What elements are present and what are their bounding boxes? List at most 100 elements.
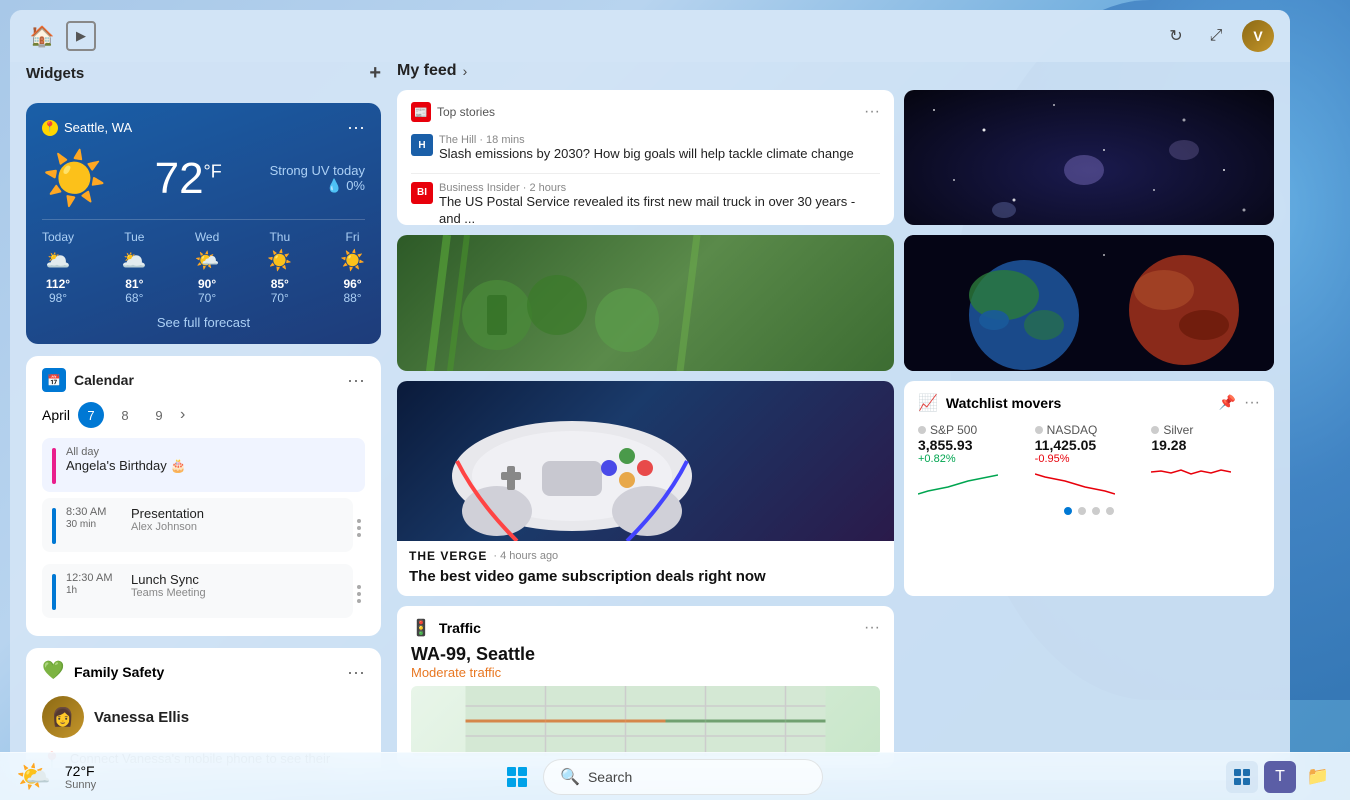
header-actions: ↻ ⤢ V [1162, 20, 1274, 52]
watchlist-pagination [918, 507, 1260, 515]
family-person-name: Vanessa Ellis [94, 709, 189, 726]
event-title-lunch: Lunch Sync [131, 572, 206, 587]
traffic-title: Traffic [439, 620, 856, 636]
traffic-card: 🚦 Traffic ··· WA-99, Seattle Moderate tr… [397, 606, 894, 768]
calendar-event-presentation[interactable]: 8:30 AM30 min Presentation Alex Johnson [42, 498, 353, 552]
weather-precip: 💧 0% [270, 178, 365, 194]
weather-conditions: Strong UV today 💧 0% [270, 163, 365, 194]
refresh-button[interactable]: ↻ [1162, 22, 1190, 50]
weather-forecast: Today 🌥️ 112° 98° Tue 🌥️ 81° 68° Wed 🌤️ [42, 219, 365, 305]
silver-dot [1151, 426, 1159, 434]
event-options-lunch[interactable] [353, 564, 365, 624]
taskbar-search-bar[interactable]: 🔍 Search [543, 759, 823, 795]
taskbar-left: 🌤️ 72°F Sunny [16, 760, 96, 793]
sp500-chart [918, 469, 1027, 499]
weather-more-button[interactable]: ··· [347, 117, 365, 138]
game-deals-meta: THE VERGE · 4 hours ago The best video g… [397, 541, 894, 597]
silver-chart [1151, 457, 1260, 487]
watchlist-card: 📈 Watchlist movers 📌 ··· S&P 500 3,85 [904, 381, 1274, 597]
cardiologists-card[interactable]: delish · 21m ago Cardiologists Say These… [397, 235, 894, 370]
see-full-forecast-button[interactable]: See full forecast [42, 315, 365, 330]
left-column: Widgets + 📍 Seattle, WA ··· ☀️ 72°F [26, 62, 381, 768]
windows-start-button[interactable] [499, 759, 535, 795]
windows-logo [507, 767, 527, 787]
event-sub-presentation: Alex Johnson [131, 521, 204, 533]
media-icon[interactable]: ▶ [66, 21, 96, 51]
calendar-more-button[interactable]: ··· [347, 370, 365, 391]
family-safety-icon: 💚 [42, 660, 66, 684]
teams-icon: T [1275, 768, 1285, 786]
sp500-dot [918, 426, 926, 434]
calendar-day-9[interactable]: 9 [146, 402, 172, 428]
game-deals-card[interactable]: THE VERGE · 4 hours ago The best video g… [397, 381, 894, 597]
weather-main: ☀️ 72°F Strong UV today 💧 0% [42, 148, 365, 209]
watchlist-title: Watchlist movers [946, 395, 1211, 411]
event-title-presentation: Presentation [131, 506, 204, 521]
event-bar-birthday [52, 448, 56, 484]
the-hill-logo: H [411, 134, 433, 156]
top-stories-text: 📰 Top stories ··· H The Hill · 18 mins S… [397, 90, 894, 225]
weather-location-text: Seattle, WA [64, 120, 132, 135]
event-options-presentation[interactable] [353, 498, 365, 558]
calendar-title: Calendar [74, 372, 347, 388]
weather-icon: ☀️ [42, 148, 107, 209]
nasdaq-dot [1035, 426, 1043, 434]
alien-worlds-card[interactable]: CNET · 3m ago Scientists Identify Two Al… [904, 235, 1274, 370]
article-the-hill[interactable]: H The Hill · 18 mins Slash emissions by … [411, 130, 880, 167]
taskbar-center: 🔍 Search [96, 759, 1226, 795]
event-title-birthday: Angela's Birthday 🎂 [66, 458, 187, 474]
alien-worlds-image [904, 235, 1274, 370]
expand-button[interactable]: ⤢ [1202, 22, 1230, 50]
watchlist-pin-button[interactable]: 📌 [1219, 394, 1236, 411]
james-webb-card[interactable]: CNET · 3m ago In Astonishing James Webb … [904, 90, 1274, 225]
taskbar-weather: 72°F Sunny [65, 763, 96, 791]
top-stories-card[interactable]: 📰 Top stories ··· H The Hill · 18 mins S… [397, 90, 894, 225]
taskbar-weather-icon: 🌤️ [16, 760, 51, 793]
event-time-birthday: All day [66, 446, 187, 458]
feed-title: My feed [397, 62, 457, 80]
calendar-chevron[interactable]: › [180, 406, 185, 424]
weather-uv: Strong UV today [270, 163, 365, 178]
event-time-presentation: 8:30 AM30 min [66, 506, 121, 530]
article-bi-body: Business Insider · 2 hours The US Postal… [439, 182, 880, 225]
calendar-day-8[interactable]: 8 [112, 402, 138, 428]
top-stories-more[interactable]: ··· [864, 103, 880, 121]
traffic-more-button[interactable]: ··· [864, 619, 880, 637]
user-avatar[interactable]: V [1242, 20, 1274, 52]
taskbar-right: T 📁 [1226, 761, 1334, 793]
panel-header: 🏠 ▶ ↻ ⤢ V [10, 10, 1290, 62]
feed-grid: 📰 Top stories ··· H The Hill · 18 mins S… [397, 90, 1274, 768]
calendar-event-birthday[interactable]: All day Angela's Birthday 🎂 [42, 438, 365, 492]
teams-button[interactable]: T [1264, 761, 1296, 793]
verge-label: THE VERGE [409, 549, 487, 563]
family-more-button[interactable]: ··· [347, 662, 365, 683]
weather-location-row: 📍 Seattle, WA ··· [42, 117, 365, 138]
event-bar-lunch [52, 574, 56, 610]
calendar-day-7[interactable]: 7 [78, 402, 104, 428]
food-svg [397, 235, 894, 370]
james-webb-image [904, 90, 1274, 225]
feed-chevron[interactable]: › [463, 63, 468, 79]
panel-body: Widgets + 📍 Seattle, WA ··· ☀️ 72°F [10, 62, 1290, 780]
game-deals-image [397, 381, 894, 541]
traffic-location: WA-99, Seattle [411, 644, 880, 665]
weather-temp: 72°F [155, 154, 222, 203]
file-explorer-button[interactable]: 📁 [1302, 761, 1334, 793]
task-view-icon [1233, 768, 1251, 786]
watchlist-items: S&P 500 3,855.93 +0.82% [918, 423, 1260, 499]
event-bar-presentation [52, 508, 56, 544]
explorer-icon: 📁 [1307, 766, 1329, 787]
add-widget-button[interactable]: + [369, 62, 381, 85]
watchlist-nasdaq: NASDAQ 11,425.05 -0.95% [1035, 423, 1144, 499]
home-icon[interactable]: 🏠 [26, 20, 58, 52]
calendar-event-lunch[interactable]: 12:30 AM1h Lunch Sync Teams Meeting [42, 564, 353, 618]
watchlist-header: 📈 Watchlist movers 📌 ··· [918, 393, 1260, 413]
watchlist-more-button[interactable]: ··· [1244, 394, 1260, 412]
controller-svg [397, 381, 894, 541]
taskbar-temp: 72°F [65, 763, 95, 779]
task-view-button[interactable] [1226, 761, 1258, 793]
feed-column: My feed › 📰 Top stories ··· [397, 62, 1274, 768]
taskbar: 🌤️ 72°F Sunny 🔍 Search [0, 752, 1350, 800]
article-the-hill-body: The Hill · 18 mins Slash emissions by 20… [439, 134, 880, 163]
article-business-insider[interactable]: BI Business Insider · 2 hours The US Pos… [411, 178, 880, 225]
